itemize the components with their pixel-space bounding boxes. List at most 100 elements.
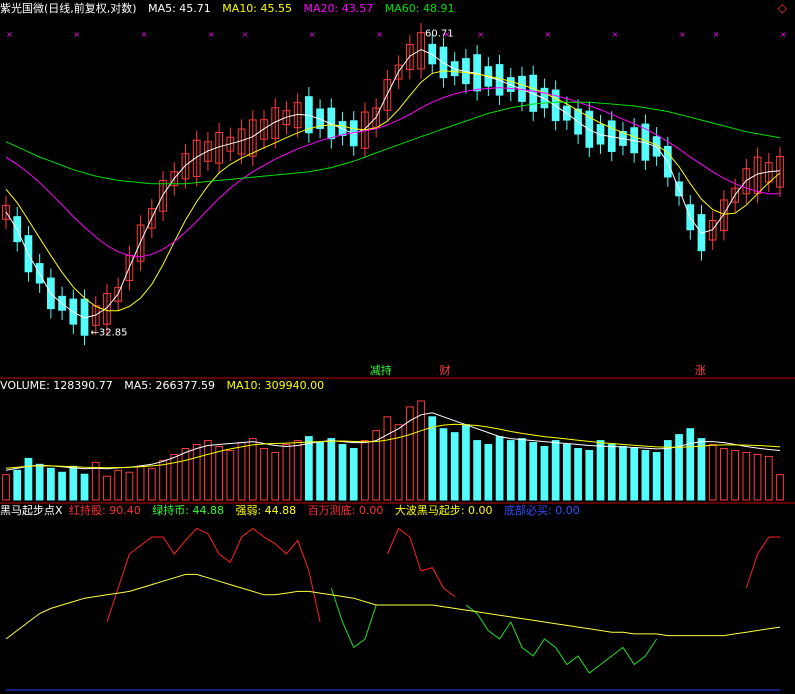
volume-bar (518, 438, 526, 501)
diamond-icon[interactable]: ◇ (778, 1, 787, 15)
volume-bar (327, 438, 336, 501)
volume-bar (361, 440, 369, 501)
volume-bar (495, 436, 504, 501)
volume-bar (394, 424, 403, 501)
volume-bar (204, 440, 212, 501)
indicator-line (106, 527, 780, 623)
signal-marker: × (612, 30, 619, 39)
signal-marker: × (309, 30, 316, 39)
volume-bar (720, 447, 728, 501)
indicator-header: 黑马起步点X 红持股: 90.40 绿持币: 44.88 强弱: 44.88 百… (0, 504, 588, 518)
volume-bar (2, 474, 10, 501)
event-flag: 减持 (370, 363, 392, 377)
signal-marker: × (376, 30, 383, 39)
volume-bar (596, 440, 605, 501)
volume-bar (226, 449, 235, 501)
volume-bar (159, 459, 167, 501)
volume-bar (383, 416, 392, 501)
volume-bar (103, 475, 111, 501)
volume-bar (641, 449, 650, 501)
volume-header: VOLUME: 128390.77 MA5: 266377.59 MA10: 3… (0, 379, 332, 393)
volume-bar (114, 469, 123, 501)
volume-bar (551, 440, 560, 501)
volume-bar (697, 438, 706, 501)
volume-bar (585, 449, 594, 501)
volume-bar (753, 453, 762, 501)
red-holding: 红持股: 90.40 (69, 504, 141, 517)
volume-bar (675, 434, 683, 501)
volume-bar (35, 463, 44, 501)
volume-bar (237, 442, 246, 501)
volume-bar (506, 440, 515, 501)
signal-marker: × (544, 30, 551, 39)
volume-bar (271, 451, 280, 501)
volume-bar (248, 438, 257, 501)
volume-bar (484, 444, 493, 501)
volume-bar (663, 440, 672, 501)
volume-ma5: MA5: 266377.59 (124, 379, 215, 392)
big-wave: 大波黑马起步: 0.00 (394, 504, 493, 517)
stock-title: 紫光国微(日线,前复权,对数) (0, 2, 137, 15)
volume-bar (47, 467, 55, 501)
ma60-readout: MA60: 48.91 (384, 2, 455, 15)
indicator-line (5, 573, 781, 640)
volume-bar (529, 442, 538, 501)
signal-marker: × (242, 30, 249, 39)
volume-bar (742, 451, 751, 501)
indicator-name: 黑马起步点X (0, 504, 63, 517)
signal-marker: × (780, 30, 787, 39)
volume-bar (349, 447, 358, 501)
volume-bar (540, 446, 549, 501)
volume-ma-ma10 (5, 423, 781, 469)
volume-bar (170, 453, 179, 501)
volume-bar (619, 446, 627, 501)
volume-bar (58, 471, 66, 501)
volume-bar (450, 432, 459, 501)
volume-bar (439, 428, 448, 501)
volume-bar (192, 444, 201, 501)
volume-bar (282, 444, 291, 501)
stock-chart-canvas[interactable]: 60.71←32.85减持财涨× × × × × × × × × × × × × × (0, 0, 795, 694)
volume-bar (764, 455, 773, 501)
ma-line-ma20 (5, 87, 780, 258)
ma-line-ma60 (5, 101, 781, 185)
ma-line-ma5 (5, 48, 781, 319)
ma10-readout: MA10: 45.55 (222, 2, 293, 15)
signal-marker: × (73, 30, 80, 39)
volume-bar (293, 440, 302, 501)
volume-bar (215, 446, 223, 501)
low-label: ←32.85 (91, 328, 128, 339)
event-flag: 财 (439, 363, 450, 377)
volume-bar (80, 473, 89, 501)
signal-marker: × (208, 30, 215, 39)
volume-bar (260, 447, 268, 501)
volume-bar (630, 447, 639, 501)
volume-bar (24, 457, 33, 501)
signal-marker: × (6, 30, 13, 39)
green-holding: 绿持币: 44.88 (152, 504, 224, 517)
volume-bar (574, 447, 582, 501)
volume-bar (305, 436, 313, 501)
million-test: 百万测底: 0.00 (307, 504, 384, 517)
volume-bar (652, 451, 661, 501)
volume-bar (607, 444, 616, 501)
volume-bar (69, 465, 78, 501)
volume-readout: VOLUME: 128390.77 (0, 379, 113, 392)
volume-bar (776, 474, 784, 501)
volume-bar (125, 471, 134, 501)
ma-line-ma10 (5, 70, 781, 312)
volume-bar (462, 424, 470, 501)
bottom-buy: 底部必买: 0.00 (504, 504, 580, 517)
volume-ma-ma5 (5, 412, 781, 471)
signal-marker: × (477, 30, 484, 39)
strength: 强弱: 44.88 (235, 504, 297, 517)
indicator-line (330, 587, 658, 674)
signal-marker: × (141, 30, 148, 39)
ma5-readout: MA5: 45.71 (148, 2, 211, 15)
volume-bar (136, 465, 145, 501)
volume-bar (428, 416, 437, 501)
signal-marker: × (679, 30, 686, 39)
volume-bar (147, 467, 156, 501)
ma20-readout: MA20: 43.57 (303, 2, 374, 15)
volume-bar (13, 469, 22, 501)
